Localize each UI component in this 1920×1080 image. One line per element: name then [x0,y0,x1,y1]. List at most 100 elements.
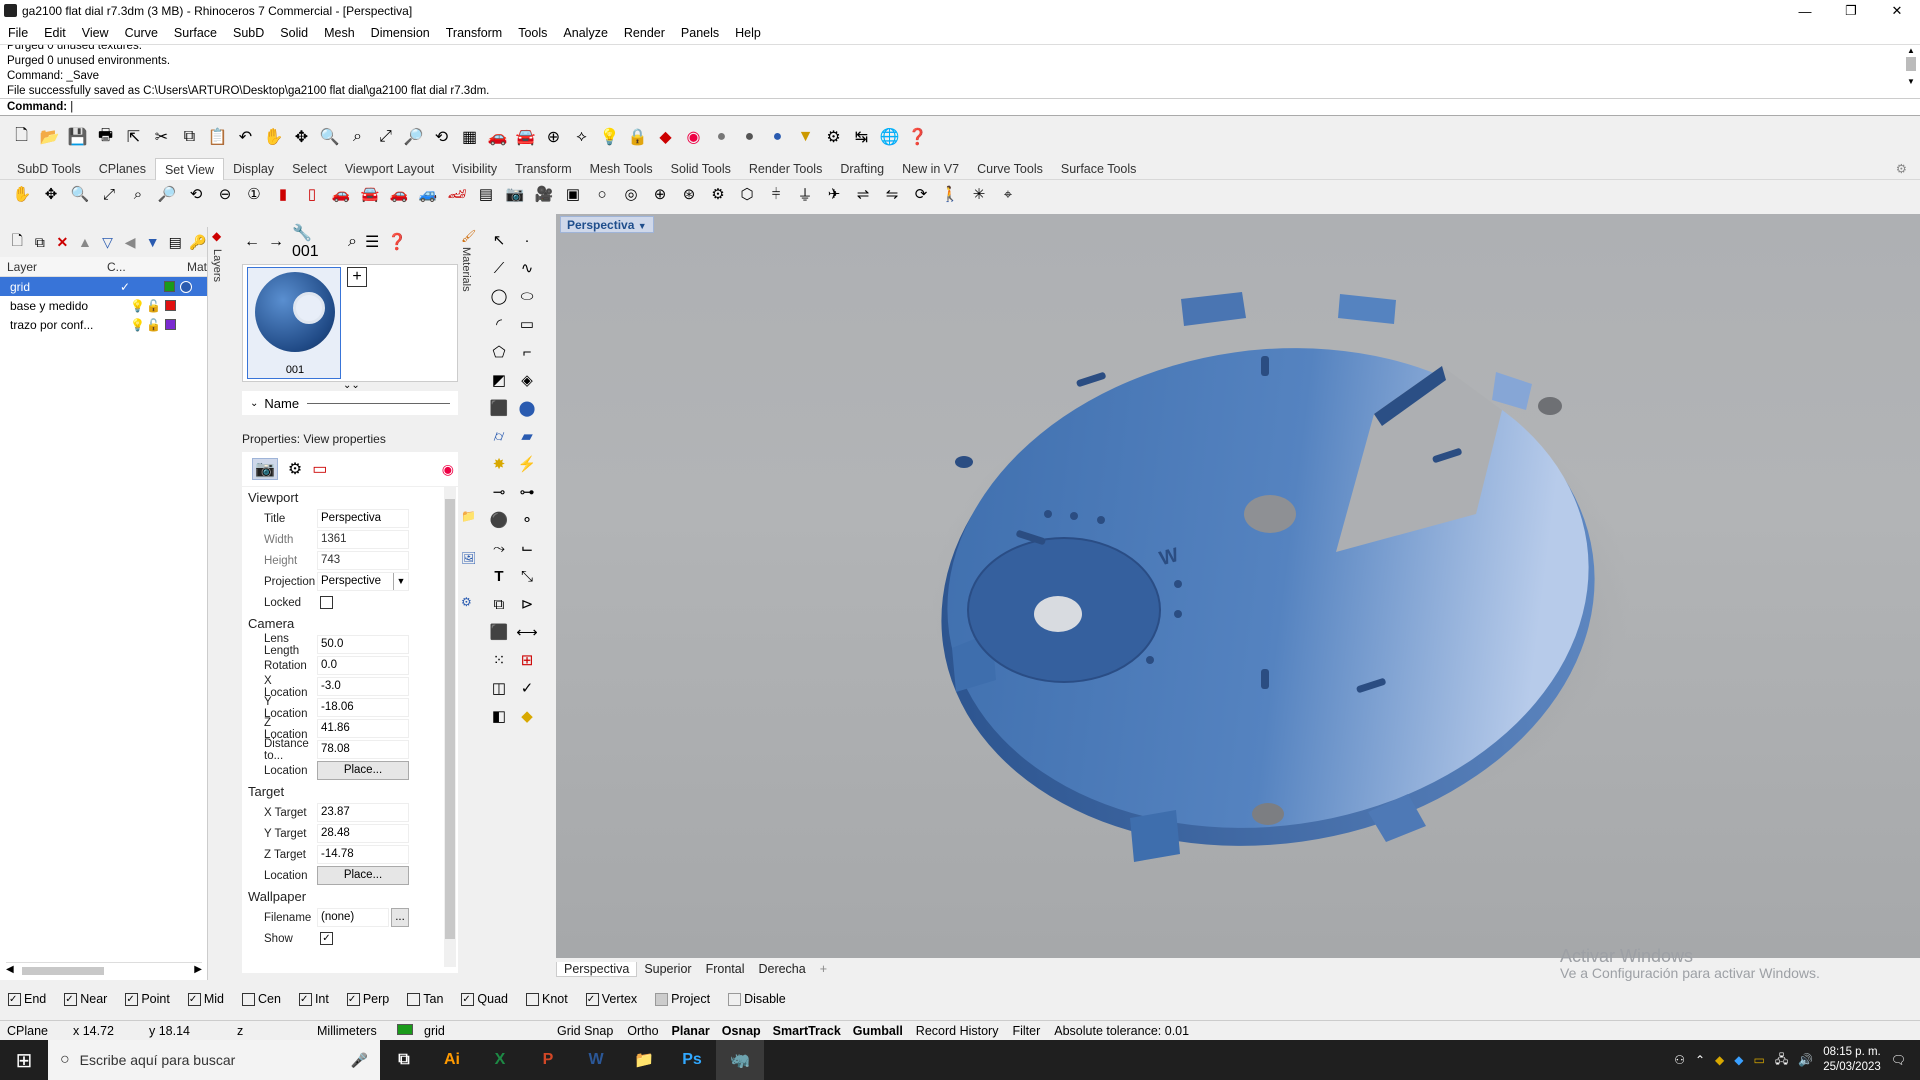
excel-icon[interactable]: X [476,1040,524,1080]
rectangle-icon[interactable]: ▭ [514,311,540,337]
tab-solid-tools[interactable]: Solid Tools [662,158,740,180]
menu-mesh[interactable]: Mesh [316,26,363,40]
camera-set-icon[interactable]: 🎥 [530,181,558,207]
tray-chevron-icon[interactable]: ⌃ [1695,1053,1705,1067]
viewport-tab-superior[interactable]: Superior [637,962,698,976]
tripod-icon[interactable]: ⏚ [791,181,819,207]
text-icon[interactable]: T [486,563,512,589]
search-icon[interactable]: ⌕ [348,233,357,251]
render-box-icon[interactable]: ◧ [486,703,512,729]
zoom-icon[interactable]: 🔍 [316,124,343,151]
crosshair-icon[interactable]: ⌖ [994,181,1022,207]
explode-icon[interactable]: ✸ [486,451,512,477]
fillet-icon[interactable]: ⌙ [514,535,540,561]
properties-scrollbar[interactable] [444,487,456,967]
tab-select[interactable]: Select [283,158,336,180]
osnap-int-checkbox[interactable]: ✓ [298,992,312,1006]
delete-layer-icon[interactable]: ✕ [53,234,72,251]
viewport-tab-derecha[interactable]: Derecha [751,962,812,976]
tab-curve-tools[interactable]: Curve Tools [968,158,1052,180]
material-col-header[interactable]: Mat [180,260,207,274]
material-thumbnail[interactable]: 001 [247,267,341,379]
windows-start-icon[interactable]: ⊞ [0,1040,48,1080]
pan-icon[interactable]: ✋ [8,181,36,207]
projection-select[interactable]: Perspective ▼ [317,572,409,591]
osnap-mid-checkbox[interactable]: ✓ [187,992,201,1006]
distance-field[interactable]: 78.08 [317,740,409,759]
print-icon[interactable]: 🖶 [92,124,119,151]
split-icon[interactable]: ⊶ [514,479,540,505]
image-icon[interactable]: 🖼 [461,551,476,565]
light-icon[interactable]: 💡 [596,124,623,151]
curve-icon[interactable]: ∿ [514,255,540,281]
ungroup-icon[interactable]: ⚬ [514,507,540,533]
mirror-icon[interactable]: ⊳ [514,591,540,617]
layer-col-header[interactable]: Layer [0,260,100,274]
menu-tools[interactable]: Tools [510,26,555,40]
layer-color-swatch[interactable] [165,300,176,311]
osnap-mid[interactable]: ✓ Mid [187,992,233,1006]
osnap-disable[interactable]: Disable [728,992,795,1006]
menu-surface[interactable]: Surface [166,26,225,40]
light-bulb-icon[interactable]: ○ [588,181,616,207]
layers-tab-icon[interactable]: ◆ [212,229,221,243]
zoom-extents-icon[interactable]: ⤢ [95,181,123,207]
car-right-icon[interactable]: 🚙 [414,181,442,207]
osnap-int[interactable]: ✓ Int [298,992,338,1006]
osnap-end-checkbox[interactable]: ✓ [8,992,21,1006]
tray-app2-icon[interactable]: ◆ [1734,1053,1743,1067]
export-icon[interactable]: ⇱ [120,124,147,151]
menu-analyze[interactable]: Analyze [555,26,615,40]
record-history-toggle[interactable]: Record History [909,1024,1006,1038]
distance-icon[interactable]: ⟷ [514,619,540,645]
arc-icon[interactable]: ◜ [486,311,512,337]
layer-color-swatch[interactable] [164,281,175,292]
lens-icon[interactable]: ◎ [617,181,645,207]
notifications-icon[interactable]: 🗨 [1891,1053,1906,1067]
menu-icon[interactable]: ☰ [365,232,379,252]
rendered-sphere-icon[interactable]: ● [736,124,763,151]
paint-icon[interactable]: ◆ [514,703,540,729]
menu-subd[interactable]: SubD [225,26,272,40]
extrude-icon[interactable]: ◈ [514,367,540,393]
tab-subd-tools[interactable]: SubD Tools [8,158,90,180]
join-icon[interactable]: ⚡ [514,451,540,477]
zoom-window-icon[interactable]: ⌕ [344,124,371,151]
rhino-taskbar-icon[interactable]: 🦏 [716,1040,764,1080]
open-icon[interactable]: 📂 [36,124,63,151]
osnap-knot-checkbox[interactable] [526,992,539,1006]
show-checkbox[interactable]: ✓ [320,932,333,945]
transform-icon[interactable]: ⧉ [486,591,512,617]
menu-dimension[interactable]: Dimension [363,26,438,40]
osnap-perp[interactable]: ✓ Perp [346,992,398,1006]
current-layer[interactable]: grid [390,1023,550,1038]
cube-view-icon[interactable]: ⬡ [733,181,761,207]
plane3-icon[interactable]: ⇋ [878,181,906,207]
car-gray-icon[interactable]: 🚘 [512,124,539,151]
check-icon[interactable]: ✓ [514,675,540,701]
lock-icon[interactable]: 🔒 [624,124,651,151]
layers-side-tab[interactable]: Layers [211,249,223,282]
car-icon[interactable]: 🚗 [484,124,511,151]
solid-box-icon[interactable]: ⬛ [486,619,512,645]
filename-field[interactable]: (none) [317,908,389,927]
locked-checkbox[interactable] [320,596,333,609]
viewport-props-icon[interactable]: ▭ [312,459,327,479]
materials-tab-icon[interactable]: 🖌 [461,229,476,243]
osnap-icon[interactable]: ⟡ [568,124,595,151]
camera-red-icon[interactable]: ▮ [269,181,297,207]
plane-surface-icon[interactable]: ▰ [514,423,540,449]
car-left-icon[interactable]: 🚗 [385,181,413,207]
tray-app-icon[interactable]: ◆ [1715,1053,1724,1067]
cut-icon[interactable]: ✂ [148,124,175,151]
osnap-quad-checkbox[interactable]: ✓ [461,992,475,1006]
network-icon[interactable]: 🖧 [1775,1050,1788,1071]
gear-view-icon[interactable]: ⚙ [704,181,732,207]
camera-red2-icon[interactable]: ▯ [298,181,326,207]
camera-icon[interactable]: 📷 [501,181,529,207]
offset-icon[interactable]: ⤳ [486,535,512,561]
menu-render[interactable]: Render [616,26,673,40]
copy-icon[interactable]: ⧉ [176,124,203,151]
osnap-knot[interactable]: Knot [526,992,577,1006]
back-arrow-icon[interactable]: ← [244,233,260,251]
